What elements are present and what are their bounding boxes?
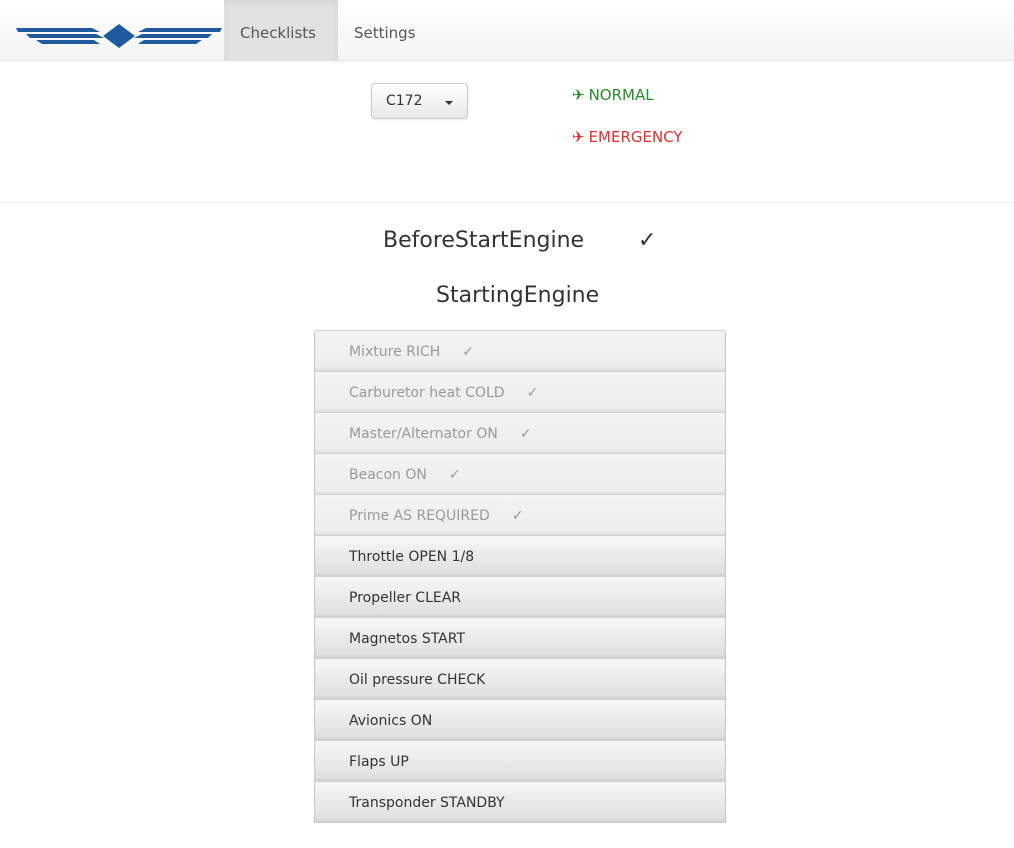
checklist-item[interactable]: Avionics ON xyxy=(314,699,726,741)
checklist-item[interactable]: Mixture RICH ✓ xyxy=(314,330,726,372)
checklist-item-label: Carburetor heat COLD xyxy=(349,385,505,401)
checklist-item-label: Mixture RICH xyxy=(349,344,441,360)
checklist-item-label: Avionics ON xyxy=(349,713,433,729)
checklist-item[interactable]: Beacon ON ✓ xyxy=(314,453,726,495)
check-icon: ✓ xyxy=(511,508,524,524)
section-title-before-start-engine[interactable]: BeforeStartEngine xyxy=(383,228,584,253)
tab-checklists[interactable]: Checklists xyxy=(224,0,338,60)
checklist-item[interactable]: Propeller CLEAR xyxy=(314,576,726,618)
checklist-items: Mixture RICH ✓ Carburetor heat COLD ✓ Master… xyxy=(314,330,726,823)
emergency-checklist-link[interactable]: ✈ EMERGENCY xyxy=(572,128,683,146)
normal-checklist-link[interactable]: ✈ NORMAL xyxy=(572,86,654,104)
caret-down-icon xyxy=(445,101,453,105)
checklist-item-label: Master/Alternator ON xyxy=(349,426,498,442)
checklist-item[interactable]: Master/Alternator ON ✓ xyxy=(314,412,726,454)
aircraft-select-value: C172 xyxy=(386,93,423,109)
checklist-item-label: Oil pressure CHECK xyxy=(349,672,486,688)
divider xyxy=(0,202,1014,203)
airplane-icon: ✈ xyxy=(572,86,585,104)
normal-label: NORMAL xyxy=(588,86,654,104)
checklist-item-label: Magnetos START xyxy=(349,631,466,647)
emergency-label: EMERGENCY xyxy=(588,128,683,146)
checklist-item-label: Throttle OPEN 1/8 xyxy=(349,549,475,565)
tab-settings[interactable]: Settings xyxy=(338,0,432,60)
top-navbar: Checklists Settings xyxy=(0,0,1014,61)
checklist-item[interactable]: Oil pressure CHECK xyxy=(314,658,726,700)
airplane-icon: ✈ xyxy=(572,128,585,146)
checklist-item-label: Beacon ON xyxy=(349,467,427,483)
wings-diamond-logo[interactable] xyxy=(14,22,224,50)
checklist-item[interactable]: Carburetor heat COLD ✓ xyxy=(314,371,726,413)
check-icon: ✓ xyxy=(526,385,539,401)
checklist-item[interactable]: Throttle OPEN 1/8 xyxy=(314,535,726,577)
checklist-item[interactable]: Flaps UP xyxy=(314,740,726,782)
checklist-item-label: Prime AS REQUIRED xyxy=(349,508,490,524)
aircraft-select[interactable]: C172 xyxy=(371,83,468,119)
check-icon: ✓ xyxy=(519,426,532,442)
section-complete-check-icon: ✓ xyxy=(638,228,657,253)
checklist-item[interactable]: Magnetos START xyxy=(314,617,726,659)
checklist-item[interactable]: Transponder STANDBY xyxy=(314,781,726,823)
section-title-starting-engine[interactable]: StartingEngine xyxy=(436,283,599,308)
checklist-item-label: Flaps UP xyxy=(349,754,409,770)
checklist-item[interactable]: Prime AS REQUIRED ✓ xyxy=(314,494,726,536)
check-icon: ✓ xyxy=(448,467,461,483)
checklist-item-label: Propeller CLEAR xyxy=(349,590,462,606)
checklist-item-label: Transponder STANDBY xyxy=(349,795,505,811)
check-icon: ✓ xyxy=(462,344,475,360)
